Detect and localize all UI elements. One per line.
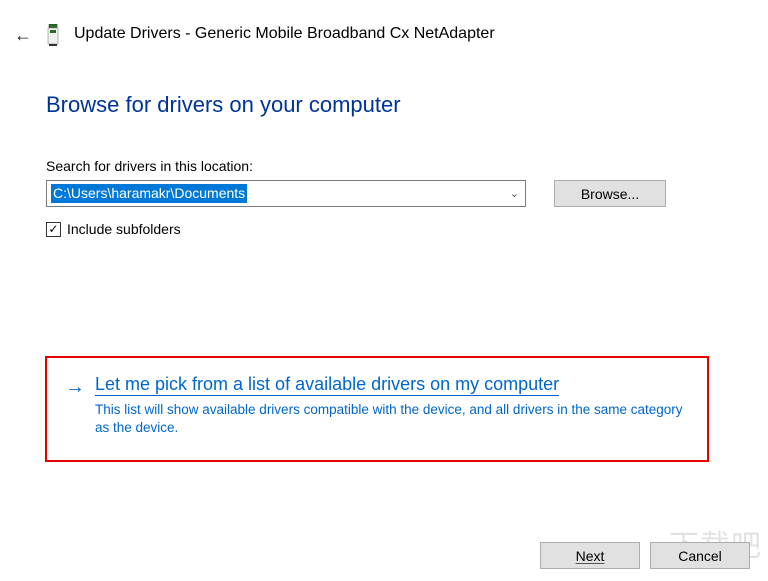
page-heading: Browse for drivers on your computer [46, 92, 722, 118]
path-row: C:\Users\haramakr\Documents ⌄ Browse... [46, 180, 722, 207]
arrow-right-icon: → [65, 377, 85, 397]
next-button[interactable]: Next [540, 542, 640, 569]
path-combobox[interactable]: C:\Users\haramakr\Documents ⌄ [46, 180, 526, 207]
browse-button[interactable]: Browse... [554, 180, 666, 207]
back-arrow-icon[interactable]: ← [14, 22, 32, 44]
pick-from-list-desc: This list will show available drivers co… [95, 401, 685, 437]
pick-from-list-title: Let me pick from a list of available dri… [95, 374, 559, 396]
include-subfolders-row[interactable]: ✓ Include subfolders [46, 221, 722, 237]
device-icon [46, 24, 60, 46]
wizard-header: ← Update Drivers - Generic Mobile Broadb… [0, 0, 768, 46]
wizard-content: Browse for drivers on your computer Sear… [0, 46, 768, 237]
include-subfolders-checkbox[interactable]: ✓ [46, 222, 61, 237]
include-subfolders-label: Include subfolders [67, 221, 181, 237]
path-value: C:\Users\haramakr\Documents [51, 184, 247, 203]
chevron-down-icon[interactable]: ⌄ [510, 187, 519, 200]
bottom-button-bar: Next Cancel [540, 542, 750, 569]
search-label: Search for drivers in this location: [46, 158, 722, 174]
pick-from-list-option[interactable]: → Let me pick from a list of available d… [45, 356, 709, 462]
cancel-button[interactable]: Cancel [650, 542, 750, 569]
wizard-title: Update Drivers - Generic Mobile Broadban… [74, 25, 495, 43]
